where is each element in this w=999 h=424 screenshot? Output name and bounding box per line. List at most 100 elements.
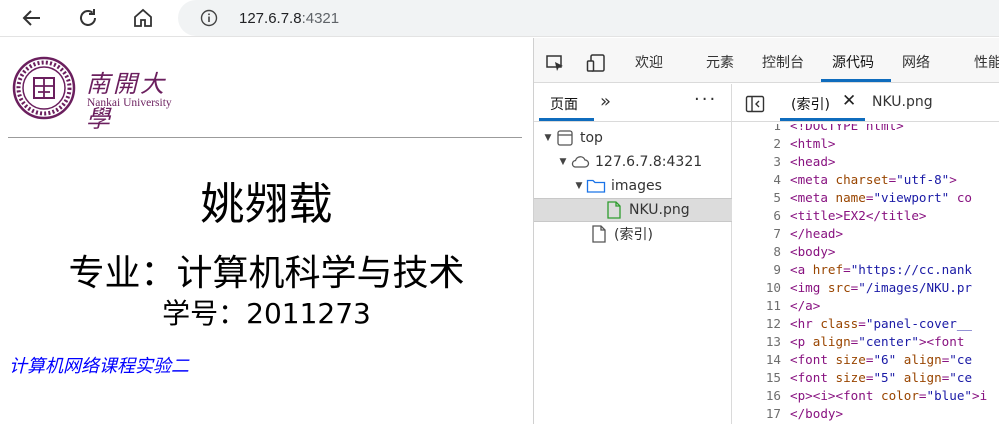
code-text: <font size="6" align="ce bbox=[790, 352, 973, 367]
device-emulation-icon[interactable] bbox=[585, 52, 607, 74]
url-text: 127.6.7.8:4321 bbox=[239, 10, 339, 27]
line-number: 1 bbox=[773, 124, 781, 133]
tab-page[interactable]: 页面 bbox=[550, 94, 578, 114]
code-text: <a href="https://cc.nank bbox=[790, 262, 973, 277]
sources-navigator: 页面 » ··· ▼ top ▼ 127.6.7.8:4321 ▼ images… bbox=[534, 84, 732, 424]
tab-console[interactable]: 控制台 bbox=[762, 52, 804, 72]
code-line: 14 <font size="6" align="ce bbox=[732, 352, 999, 370]
active-tab-indicator bbox=[821, 79, 891, 82]
line-number: 11 bbox=[765, 298, 781, 313]
editor-active-tab-indicator bbox=[780, 118, 865, 121]
line-number: 2 bbox=[773, 136, 781, 151]
student-id: 学号：2011273 bbox=[162, 297, 371, 330]
code-line: 17 </body> bbox=[732, 406, 999, 424]
logo-english-text: Nankai University bbox=[87, 97, 172, 109]
navigator-tab-bar: 页面 » ··· bbox=[534, 84, 732, 122]
code-line: 10 <img src="/images/NKU.pr bbox=[732, 280, 999, 298]
line-number: 10 bbox=[765, 280, 781, 295]
code-text: </head> bbox=[790, 226, 844, 241]
tree-label-top: top bbox=[580, 130, 603, 146]
code-text: <hr class="panel-cover__ bbox=[790, 316, 973, 331]
code-line: 16 <p><i><font color="blue">i bbox=[732, 388, 999, 406]
tree-item-images-folder[interactable]: ▼ images bbox=[534, 174, 732, 198]
more-options-icon[interactable]: ··· bbox=[694, 89, 717, 110]
frame-icon bbox=[555, 128, 575, 148]
code-line: 1 <!DOCTYPE html> bbox=[732, 124, 999, 136]
major-text: 专业：计算机科学与技术 bbox=[68, 253, 465, 294]
code-text: <head> bbox=[790, 154, 836, 169]
code-text: <!DOCTYPE html> bbox=[790, 124, 904, 133]
close-tab-icon[interactable]: ✕ bbox=[842, 91, 856, 111]
tree-item-top[interactable]: ▼ top bbox=[534, 126, 732, 150]
code-text: <html> bbox=[790, 136, 836, 151]
tab-performance[interactable]: 性能 bbox=[974, 52, 999, 72]
back-button[interactable] bbox=[16, 3, 48, 33]
code-text: </a> bbox=[790, 298, 821, 313]
tab-welcome[interactable]: 欢迎 bbox=[635, 52, 663, 72]
devtools-tab-bar: 欢迎 元素 控制台 源代码 网络 性能 bbox=[534, 38, 999, 83]
code-line: 2 <html> bbox=[732, 136, 999, 154]
expand-triangle-icon: ▼ bbox=[559, 157, 567, 167]
browser-toolbar: 127.6.7.8:4321 bbox=[0, 0, 999, 37]
line-number: 16 bbox=[765, 388, 781, 403]
horizontal-rule bbox=[8, 137, 522, 138]
line-number: 4 bbox=[773, 172, 781, 187]
line-number: 12 bbox=[765, 316, 781, 331]
course-title: 计算机网络课程实验二 bbox=[9, 356, 189, 377]
code-text: <font size="5" align="ce bbox=[790, 370, 973, 385]
code-line: 5 <meta name="viewport" co bbox=[732, 190, 999, 208]
code-line: 7 </head> bbox=[732, 226, 999, 244]
line-number: 8 bbox=[773, 244, 781, 259]
nankai-emblem-icon bbox=[12, 56, 76, 120]
tree-item-index[interactable]: (索引) bbox=[534, 222, 732, 246]
tree-label-index: (索引) bbox=[614, 227, 653, 243]
nankai-logo-link[interactable]: 南開大學 Nankai University bbox=[12, 56, 192, 133]
code-text: <meta charset="utf-8"> bbox=[790, 172, 957, 187]
line-number: 6 bbox=[773, 208, 781, 223]
code-line: 4 <meta charset="utf-8"> bbox=[732, 172, 999, 190]
line-number: 9 bbox=[773, 262, 781, 277]
code-line: 13 <p align="center"><font bbox=[732, 334, 999, 352]
editor-tab-nku-png[interactable]: NKU.png bbox=[872, 94, 933, 110]
url-host: 127.6.7.8 bbox=[239, 9, 302, 27]
code-view[interactable]: 1 <!DOCTYPE html> 2 <html> 3 <head> 4 <meta… bbox=[732, 124, 999, 424]
inspect-icon[interactable] bbox=[544, 52, 566, 74]
line-number: 3 bbox=[773, 154, 781, 169]
tab-elements[interactable]: 元素 bbox=[706, 52, 734, 72]
line-number: 15 bbox=[765, 370, 781, 385]
code-text: <p><i><font color="blue">i bbox=[790, 388, 988, 403]
code-text: <p align="center"><font bbox=[790, 334, 965, 349]
address-bar[interactable]: 127.6.7.8:4321 bbox=[178, 0, 999, 36]
code-line: 3 <head> bbox=[732, 154, 999, 172]
code-line: 15 <font size="5" align="ce bbox=[732, 370, 999, 388]
tab-network[interactable]: 网络 bbox=[902, 52, 930, 72]
expand-triangle-icon: ▼ bbox=[544, 133, 552, 143]
home-button[interactable] bbox=[127, 3, 159, 33]
home-icon bbox=[134, 8, 152, 27]
code-text: <body> bbox=[790, 244, 836, 259]
code-line: 11 </a> bbox=[732, 298, 999, 316]
page-tab-indicator bbox=[539, 118, 594, 121]
line-number: 5 bbox=[773, 190, 781, 205]
code-text: <img src="/images/NKU.pr bbox=[790, 280, 972, 295]
reload-icon bbox=[80, 9, 96, 26]
cloud-icon bbox=[570, 152, 590, 172]
tree-item-host[interactable]: ▼ 127.6.7.8:4321 bbox=[534, 150, 732, 174]
more-tabs-chevron-icon[interactable]: » bbox=[600, 91, 611, 112]
info-icon[interactable] bbox=[199, 8, 219, 28]
code-text: <title>EX2</title> bbox=[790, 208, 927, 223]
tab-sources[interactable]: 源代码 bbox=[832, 52, 874, 72]
toggle-navigator-icon[interactable] bbox=[744, 93, 766, 115]
devtools-panel: 欢迎 元素 控制台 源代码 网络 性能 页面 » ··· ▼ top ▼ 127… bbox=[533, 38, 999, 424]
editor-tab-bar: (索引) ✕ NKU.png bbox=[732, 84, 999, 122]
reload-button[interactable] bbox=[72, 3, 104, 33]
code-line: 9 <a href="https://cc.nank bbox=[732, 262, 999, 280]
expand-triangle-icon: ▼ bbox=[575, 181, 583, 191]
tree-item-nku-png[interactable]: NKU.png bbox=[534, 198, 732, 222]
code-line: 12 <hr class="panel-cover__ bbox=[732, 316, 999, 334]
document-file-icon bbox=[589, 224, 609, 244]
line-number: 7 bbox=[773, 226, 781, 241]
editor-tab-index[interactable]: (索引) bbox=[791, 94, 830, 114]
tree-label-nku-png: NKU.png bbox=[629, 202, 690, 218]
line-number: 14 bbox=[765, 352, 781, 367]
